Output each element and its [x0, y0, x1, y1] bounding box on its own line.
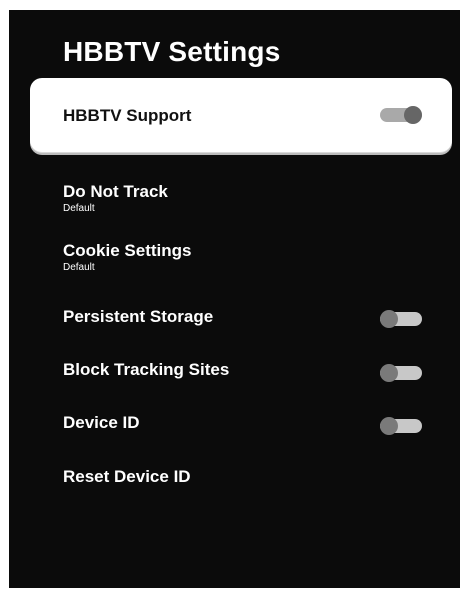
block-tracking-sites-item[interactable]: Block Tracking Sites — [63, 360, 229, 380]
do-not-track-item[interactable]: Do Not Track Default — [63, 182, 168, 214]
block-tracking-sites-toggle[interactable] — [380, 364, 422, 382]
toggle-knob — [380, 310, 398, 328]
hbbtv-support-row[interactable]: HBBTV Support — [30, 78, 452, 152]
device-id-label: Device ID — [63, 413, 140, 432]
toggle-knob — [380, 417, 398, 435]
device-id-toggle[interactable] — [380, 417, 422, 435]
cookie-settings-label: Cookie Settings — [63, 241, 192, 260]
hbbtv-support-label: HBBTV Support — [63, 106, 192, 125]
reset-device-id-item[interactable]: Reset Device ID — [63, 467, 191, 487]
cookie-settings-item[interactable]: Cookie Settings Default — [63, 241, 191, 273]
do-not-track-label: Do Not Track — [63, 182, 168, 201]
page-title: HBBTV Settings — [63, 36, 281, 67]
persistent-storage-toggle[interactable] — [380, 310, 422, 328]
reset-device-id-label: Reset Device ID — [63, 467, 191, 486]
hbbtv-support-toggle[interactable] — [380, 106, 422, 124]
persistent-storage-item[interactable]: Persistent Storage — [63, 307, 213, 327]
toggle-knob — [380, 364, 398, 382]
persistent-storage-label: Persistent Storage — [63, 307, 214, 326]
cookie-settings-value: Default — [63, 262, 95, 273]
toggle-knob — [404, 106, 422, 124]
tv-settings-screen: HBBTV Settings HBBTV Support Do Not Trac… — [9, 10, 460, 588]
do-not-track-value: Default — [63, 203, 95, 214]
device-id-item[interactable]: Device ID — [63, 413, 140, 433]
block-tracking-sites-label: Block Tracking Sites — [63, 360, 230, 379]
